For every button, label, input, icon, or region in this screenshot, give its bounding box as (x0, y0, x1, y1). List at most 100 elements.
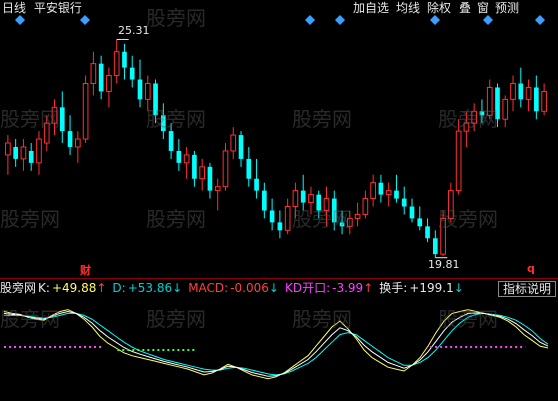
candle-body (90, 63, 97, 84)
candle-body (222, 150, 229, 188)
kd-open-label: KD开口: (284, 281, 331, 295)
candle-body (67, 131, 73, 147)
candle-body (486, 86, 493, 116)
candle-body (59, 107, 65, 132)
candle-body (122, 51, 127, 68)
add-watchlist-button[interactable]: 加自选 (353, 1, 389, 15)
candle-body (448, 190, 454, 219)
candle-body (137, 79, 143, 100)
candle-body (495, 87, 500, 120)
signal-diamond-icon (15, 15, 25, 25)
d-label: D: (112, 281, 126, 295)
stock-name: 平安银行 (33, 1, 82, 15)
down-arrow-icon: ↓ (268, 281, 279, 295)
indicator-source: 股旁网 (0, 281, 37, 295)
period-label[interactable]: 日线 (2, 1, 26, 15)
candle-body (401, 198, 407, 207)
down-arrow-icon: ↓ (172, 281, 183, 295)
candle-body (292, 190, 299, 208)
candle-body (214, 186, 221, 192)
candle-body (254, 178, 259, 191)
candle-body (284, 206, 291, 231)
candle-body (308, 194, 314, 204)
chart-title: 日线 平安银行 (2, 1, 82, 15)
candle-body (455, 130, 462, 192)
candle-body (269, 210, 275, 223)
overlay-button[interactable]: 叠 (459, 1, 471, 15)
signal-diamond-icon (535, 15, 545, 25)
candle-body (246, 158, 252, 179)
window-button[interactable]: 窗 (477, 1, 489, 15)
candle-body (417, 218, 423, 227)
candle-body (262, 190, 267, 211)
turnover-label: 换手: (379, 281, 408, 295)
forecast-button[interactable]: 预测 (495, 1, 519, 15)
k-line (3, 309, 549, 380)
chart-canvas (3, 15, 549, 380)
candle-body (339, 222, 345, 227)
candle-body (409, 206, 415, 219)
signal-diamond-icon (335, 15, 345, 25)
candle-body (394, 190, 399, 199)
k-label: K: (38, 281, 50, 295)
candle-body (534, 87, 539, 112)
candle-body (432, 238, 438, 255)
candle-body (346, 217, 353, 227)
candle-body (502, 98, 509, 120)
candle-body (362, 198, 369, 215)
candle-body (13, 146, 18, 159)
candle-body (82, 82, 89, 140)
signal-diamond-icon (305, 15, 315, 25)
candle-body (144, 82, 151, 100)
signal-diamond-icon (430, 15, 440, 25)
candle-body (479, 111, 485, 116)
signal-label-left: 财 (80, 264, 91, 277)
candle-body (113, 51, 120, 77)
d-line (4, 312, 549, 376)
candle-body (20, 146, 27, 160)
candle-body (354, 213, 361, 219)
high-price-label: 25.31 (118, 24, 150, 37)
kd-open-value: -3.99 (332, 281, 364, 295)
indicator-explain-button[interactable]: 指标说明 (497, 281, 556, 297)
candle-body (199, 166, 206, 180)
candle-body (51, 106, 58, 124)
panel-divider (0, 278, 558, 279)
candle-body (74, 138, 81, 148)
candle-body (331, 198, 337, 223)
up-arrow-icon: ↑ (96, 281, 107, 295)
candle-body (541, 90, 547, 112)
signal-label-right: q (527, 262, 535, 275)
up-arrow-icon: ↑ (363, 281, 374, 295)
indicator-header: 股旁网 K: +49.88↑ D: +53.86↓ MACD: -0.006↓ KD开口: -3… (0, 281, 558, 297)
candle-body (378, 182, 384, 195)
candle-body (28, 150, 34, 163)
candle-body (106, 75, 112, 92)
moving-average-button[interactable]: 均线 (396, 1, 420, 15)
low-price-label: 19.81 (428, 258, 460, 271)
candle-body (230, 134, 237, 152)
signal-diamond-icon (483, 15, 493, 25)
candle-body (316, 194, 322, 211)
candle-body (168, 131, 174, 151)
candle-body (153, 83, 158, 116)
candle-body (43, 122, 50, 144)
candle-body (183, 154, 190, 164)
macd-value: -0.006 (230, 281, 269, 295)
candle-body (440, 217, 446, 255)
k-value: +49.88 (51, 281, 97, 295)
candle-body (98, 63, 104, 92)
candle-body (300, 190, 306, 203)
d-value: +53.86 (127, 281, 173, 295)
candle-body (192, 154, 197, 179)
candle-body (510, 82, 516, 100)
candle-body (277, 222, 283, 231)
ex-rights-button[interactable]: 除权 (427, 1, 451, 15)
candle-body (160, 115, 166, 132)
signal-diamond-icon (80, 15, 90, 25)
candle-body (525, 86, 532, 100)
candle-body (463, 122, 470, 132)
candle-body (518, 83, 524, 100)
stock-chart-window: 股旁网 股旁网 股旁网 股旁网 股旁网 股旁网 股旁网 股旁网 股旁网 股旁网 … (0, 0, 558, 401)
candle-body (129, 67, 135, 80)
